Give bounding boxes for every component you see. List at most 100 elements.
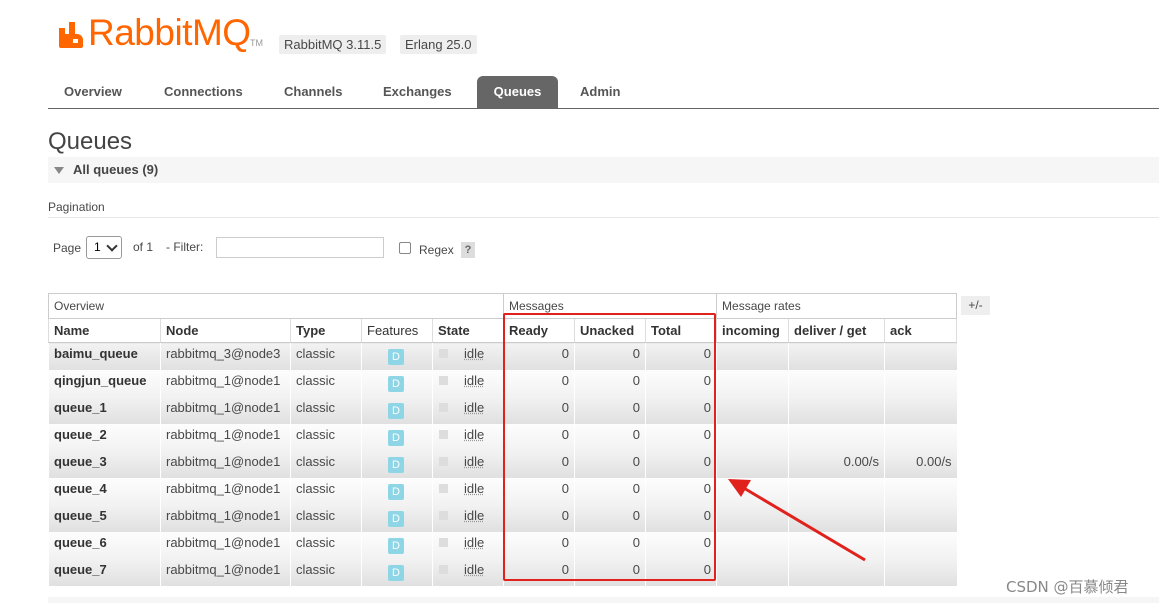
queue-name-link[interactable]: baimu_queue <box>48 342 161 370</box>
col-node[interactable]: Node <box>160 318 291 343</box>
tab-admin[interactable]: Admin <box>572 76 628 108</box>
queue-type: classic <box>290 558 362 586</box>
rate-ack <box>884 423 957 451</box>
durable-badge: D <box>388 375 404 392</box>
queue-features: D <box>361 531 433 559</box>
queue-name-link[interactable]: queue_3 <box>48 450 161 478</box>
state-label: idle <box>464 480 485 496</box>
rate-deliver-get <box>788 423 885 451</box>
col-deliver-get[interactable]: deliver / get <box>788 318 886 343</box>
durable-badge: D <box>388 537 404 554</box>
group-message-rates: Message rates <box>716 293 958 319</box>
durable-badge: D <box>388 429 404 446</box>
rate-deliver-get <box>788 342 885 370</box>
queue-state: idle <box>432 477 504 505</box>
all-queues-section-toggle[interactable]: All queues (9) <box>48 157 1159 183</box>
state-indicator-icon <box>439 429 448 439</box>
col-state[interactable]: State <box>432 318 504 343</box>
page-count-label: of 1 <box>133 240 154 254</box>
state-label: idle <box>464 346 485 361</box>
queue-state: idle <box>432 396 504 424</box>
rate-incoming <box>716 423 789 451</box>
queue-node: rabbitmq_1@node1 <box>160 504 291 532</box>
queue-type: classic <box>290 477 362 505</box>
rate-incoming <box>716 396 789 424</box>
state-indicator-icon <box>439 375 448 385</box>
state-label: idle <box>464 426 485 442</box>
rate-ack <box>884 342 957 370</box>
state-label: idle <box>464 399 485 415</box>
rate-ack <box>884 504 957 532</box>
rate-ack <box>884 477 957 505</box>
column-toggle-button[interactable]: +/- <box>961 296 990 315</box>
queue-features: D <box>361 504 433 532</box>
queue-state: idle <box>432 423 504 451</box>
regex-checkbox[interactable] <box>399 242 411 254</box>
queue-state: idle <box>432 342 504 370</box>
help-icon[interactable]: ? <box>461 242 475 258</box>
queue-name-link[interactable]: queue_2 <box>48 423 161 451</box>
tab-connections[interactable]: Connections <box>156 76 251 108</box>
col-name[interactable]: Name <box>48 318 161 343</box>
queue-features: D <box>361 423 433 451</box>
durable-badge: D <box>388 456 404 473</box>
state-indicator-icon <box>439 349 448 358</box>
state-label: idle <box>464 453 485 469</box>
col-type[interactable]: Type <box>290 318 362 343</box>
queue-name-link[interactable]: queue_7 <box>48 558 161 586</box>
durable-badge: D <box>388 349 404 365</box>
queue-state: idle <box>432 369 504 397</box>
queue-node: rabbitmq_1@node1 <box>160 558 291 586</box>
queue-name-link[interactable]: queue_5 <box>48 504 161 532</box>
queue-type: classic <box>290 423 362 451</box>
rate-incoming <box>716 342 789 370</box>
rabbit-logo-icon <box>59 22 83 48</box>
queue-features: D <box>361 342 433 370</box>
rate-ack <box>884 531 957 559</box>
queue-state: idle <box>432 558 504 586</box>
col-features: Features <box>361 318 433 343</box>
annotation-arrow-icon <box>728 479 866 562</box>
queue-features: D <box>361 396 433 424</box>
rate-ack: 0.00/s <box>884 450 957 478</box>
state-indicator-icon <box>439 402 448 412</box>
filter-input[interactable] <box>216 237 384 258</box>
queue-name-link[interactable]: qingjun_queue <box>48 369 161 397</box>
logo-wordmark: RabbitMQ <box>88 12 251 53</box>
chevron-down-icon <box>106 240 118 252</box>
page-title: Queues <box>48 128 133 155</box>
queue-node: rabbitmq_3@node3 <box>160 342 291 370</box>
queue-name-link[interactable]: queue_6 <box>48 531 161 559</box>
queue-type: classic <box>290 369 362 397</box>
durable-badge: D <box>388 564 404 581</box>
section-title: All queues (9) <box>73 162 159 177</box>
pagination-title: Pagination <box>48 200 105 214</box>
durable-badge: D <box>388 402 404 419</box>
queue-name-link[interactable]: queue_4 <box>48 477 161 505</box>
tab-overview[interactable]: Overview <box>56 76 130 108</box>
tab-channels[interactable]: Channels <box>276 76 351 108</box>
state-indicator-icon <box>439 564 448 574</box>
state-indicator-icon <box>439 483 448 493</box>
queue-type: classic <box>290 531 362 559</box>
queue-type: classic <box>290 396 362 424</box>
col-incoming[interactable]: incoming <box>716 318 790 343</box>
queue-features: D <box>361 477 433 505</box>
state-label: idle <box>464 372 485 388</box>
queue-node: rabbitmq_1@node1 <box>160 369 291 397</box>
main-nav-tabs: Overview Connections Channels Exchanges … <box>48 76 1159 109</box>
queue-state: idle <box>432 531 504 559</box>
col-ack[interactable]: ack <box>884 318 958 343</box>
durable-badge: D <box>388 483 404 500</box>
queue-features: D <box>361 558 433 586</box>
tab-exchanges[interactable]: Exchanges <box>375 76 460 108</box>
footer-bar <box>48 597 1159 603</box>
watermark: CSDN @百慕倾君 <box>1006 578 1129 596</box>
queue-features: D <box>361 369 433 397</box>
queue-name-link[interactable]: queue_1 <box>48 396 161 424</box>
rabbitmq-version-badge: RabbitMQ 3.11.5 <box>279 35 387 54</box>
tab-queues[interactable]: Queues <box>477 76 558 108</box>
queue-node: rabbitmq_1@node1 <box>160 450 291 478</box>
state-indicator-icon <box>439 456 448 466</box>
page-select[interactable]: 1 <box>86 236 122 259</box>
